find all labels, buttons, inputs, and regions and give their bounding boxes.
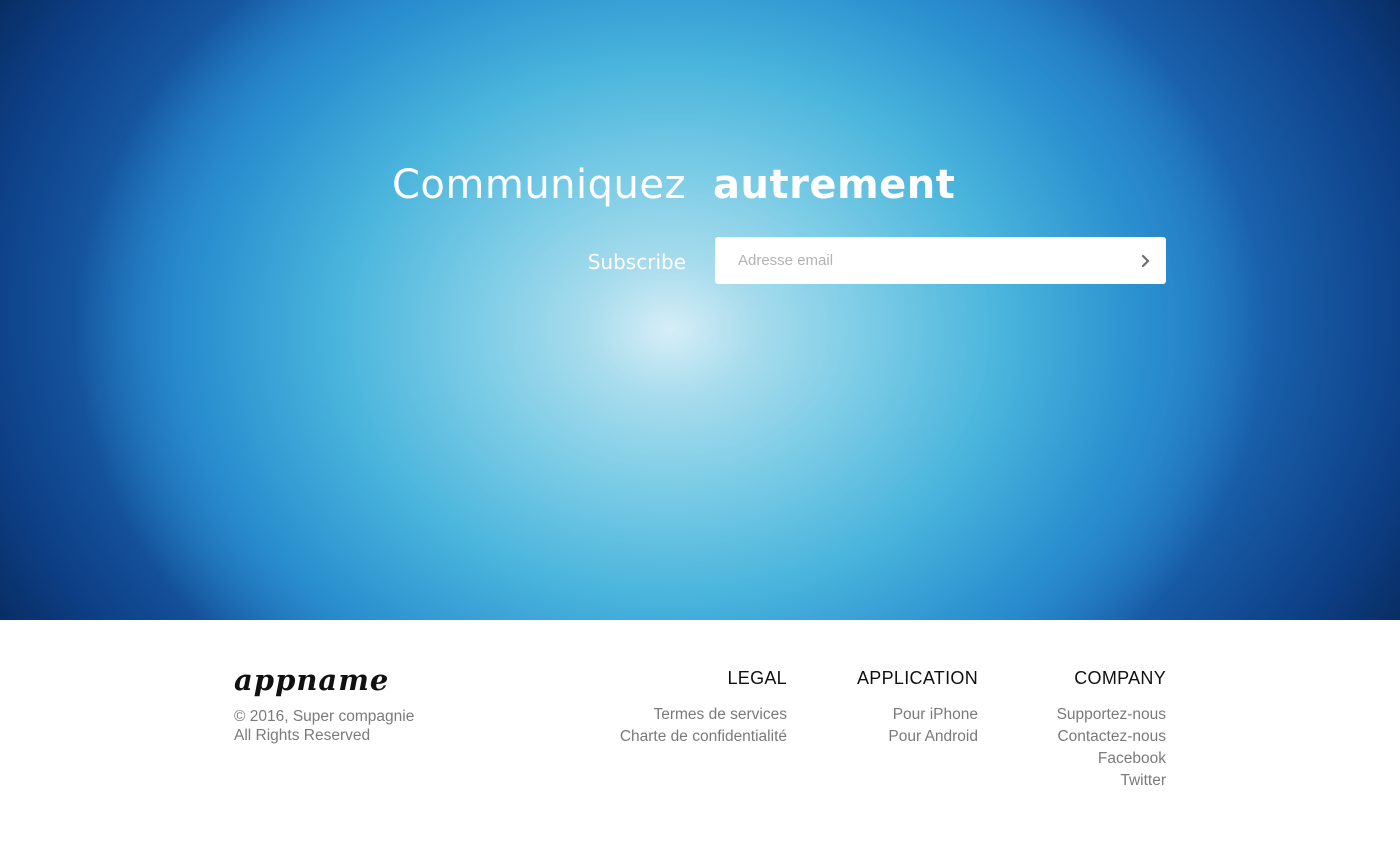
link-facebook[interactable]: Facebook	[1057, 748, 1166, 770]
hero-title-part2: autrement	[713, 162, 956, 208]
footer-legal-column: LEGAL Termes de services Charte de confi…	[620, 668, 787, 748]
logo: appname	[234, 663, 390, 697]
link-contactez-nous[interactable]: Contactez-nous	[1057, 726, 1166, 748]
application-heading: APPLICATION	[857, 668, 978, 688]
hero-section: Communiquez autrement Subscribe	[0, 0, 1400, 620]
link-pour-android[interactable]: Pour Android	[857, 726, 978, 748]
legal-heading: LEGAL	[727, 668, 787, 688]
copyright-line1: © 2016, Super compagnie	[234, 708, 415, 725]
subscribe-submit-button[interactable]	[1124, 237, 1166, 284]
chevron-right-icon	[1141, 254, 1150, 267]
footer-company-column: COMPANY Supportez-nous Contactez-nous Fa…	[1057, 668, 1166, 792]
company-heading: COMPANY	[1074, 668, 1166, 688]
subscribe-form	[715, 237, 1166, 284]
footer-application-column: APPLICATION Pour iPhone Pour Android	[857, 668, 978, 748]
link-termes-de-services[interactable]: Termes de services	[620, 704, 787, 726]
subscribe-label: Subscribe	[587, 250, 686, 274]
email-input[interactable]	[715, 237, 1124, 284]
copyright: © 2016, Super compagnie All Rights Reser…	[234, 707, 494, 745]
copyright-line2: All Rights Reserved	[234, 727, 371, 744]
link-pour-iphone[interactable]: Pour iPhone	[857, 704, 978, 726]
link-charte-de-confidentialite[interactable]: Charte de confidentialité	[620, 726, 787, 748]
footer: appname © 2016, Super compagnie All Righ…	[0, 620, 1400, 861]
link-supportez-nous[interactable]: Supportez-nous	[1057, 704, 1166, 726]
hero-title-part1: Communiquez	[392, 162, 686, 208]
link-twitter[interactable]: Twitter	[1057, 770, 1166, 792]
